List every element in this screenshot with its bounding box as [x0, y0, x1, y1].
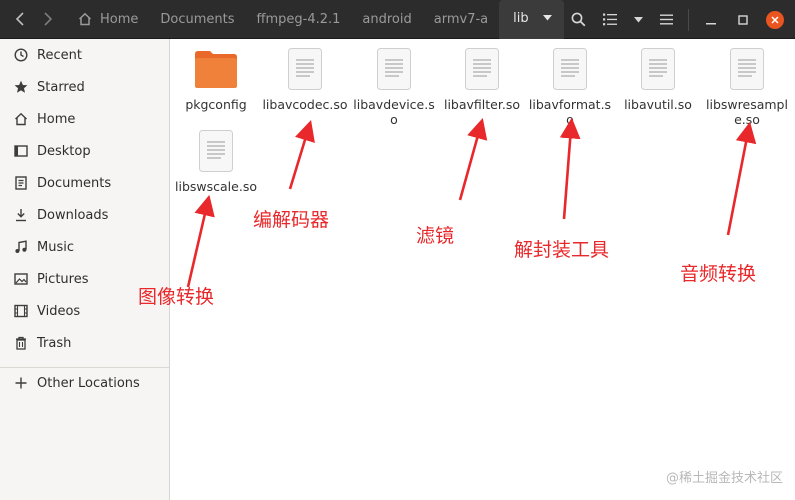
crumb-android[interactable]: android [351, 0, 422, 39]
download-icon [13, 207, 29, 223]
sidebar-item-other-locations[interactable]: Other Locations [0, 367, 169, 399]
crumb-label: lib [513, 10, 529, 26]
close-button[interactable] [759, 0, 791, 39]
sidebar-item-desktop[interactable]: Desktop [0, 135, 169, 167]
star-icon [13, 79, 29, 95]
desktop-icon [13, 143, 29, 159]
chevron-down-icon [633, 16, 643, 22]
arrow-resample [726, 121, 757, 236]
chevron-left-icon [15, 12, 24, 26]
crumb-label: Home [100, 11, 139, 27]
crumb-ffmpeg[interactable]: ffmpeg-4.2.1 [246, 0, 352, 39]
back-button[interactable] [6, 0, 34, 39]
header-tools [562, 0, 795, 39]
sidebar-item-label: Music [37, 239, 74, 255]
clock-icon [13, 47, 29, 63]
chevron-right-icon [44, 12, 53, 26]
sidebar-item-trash[interactable]: Trash [0, 327, 169, 359]
sidebar-item-label: Other Locations [37, 375, 140, 391]
arrow-codec [288, 120, 315, 190]
list-view-icon [603, 13, 617, 26]
view-list-button[interactable] [594, 0, 626, 39]
annotation-codec: 编解码器 [253, 209, 330, 231]
chevron-down-icon [542, 15, 552, 21]
plus-icon [13, 375, 29, 391]
sidebar-item-music[interactable]: Music [0, 231, 169, 263]
search-button[interactable] [562, 0, 594, 39]
menu-button[interactable] [650, 0, 682, 39]
forward-button[interactable] [34, 0, 62, 39]
watermark: @稀土掘金技术社区 [665, 471, 783, 486]
annotation-filter: 滤镜 [416, 225, 455, 247]
trash-icon [13, 335, 29, 351]
sidebar: Recent Starred Home Desktop Documents Do… [0, 39, 170, 500]
close-icon [766, 10, 784, 29]
sidebar-item-label: Documents [37, 175, 112, 191]
annotation-resample: 音频转换 [680, 263, 757, 285]
video-icon [13, 303, 29, 319]
arrow-filter [458, 117, 488, 201]
sidebar-item-downloads[interactable]: Downloads [0, 199, 169, 231]
annotation-format: 解封装工具 [514, 239, 610, 261]
arrow-scale [186, 194, 215, 288]
breadcrumb: Home Documents ffmpeg-4.2.1 android armv… [70, 0, 564, 39]
sidebar-item-label: Pictures [37, 271, 89, 287]
crumb-label: android [362, 11, 412, 27]
sidebar-item-label: Desktop [37, 143, 91, 159]
minimize-icon [706, 22, 716, 24]
crumb-label: ffmpeg-4.2.1 [256, 11, 341, 27]
crumb-armv7a[interactable]: armv7-a [423, 0, 499, 39]
sidebar-item-label: Recent [37, 47, 82, 63]
crumb-documents[interactable]: Documents [149, 0, 245, 39]
header-bar: Home Documents ffmpeg-4.2.1 android armv… [0, 0, 795, 39]
file-view: pkgconfig libavcodec.so libavdevice.so l… [170, 39, 795, 500]
home-icon [78, 12, 92, 26]
sidebar-item-label: Home [37, 111, 76, 127]
sidebar-item-documents[interactable]: Documents [0, 167, 169, 199]
minimize-button[interactable] [695, 0, 727, 39]
maximize-button[interactable] [727, 0, 759, 39]
sidebar-item-home[interactable]: Home [0, 103, 169, 135]
document-icon [13, 175, 29, 191]
hamburger-menu-icon [659, 14, 673, 25]
music-icon [13, 239, 29, 255]
sidebar-item-label: Starred [37, 79, 85, 95]
sidebar-item-label: Videos [37, 303, 81, 319]
home-icon [13, 111, 29, 127]
crumb-home[interactable]: Home [70, 0, 149, 39]
annotation-scale: 图像转换 [138, 286, 215, 308]
maximize-icon [738, 14, 748, 25]
sidebar-item-starred[interactable]: Starred [0, 71, 169, 103]
picture-icon [13, 271, 29, 287]
arrow-format [559, 117, 581, 220]
sidebar-item-label: Trash [37, 335, 72, 351]
sidebar-item-label: Downloads [37, 207, 109, 223]
crumb-label: armv7-a [433, 11, 489, 27]
search-icon [571, 12, 585, 27]
crumb-lib[interactable]: lib [499, 0, 564, 39]
crumb-label: Documents [160, 11, 235, 27]
toolbar-separator [688, 8, 689, 31]
sidebar-item-recent[interactable]: Recent [0, 39, 169, 71]
view-options-button[interactable] [626, 0, 650, 39]
